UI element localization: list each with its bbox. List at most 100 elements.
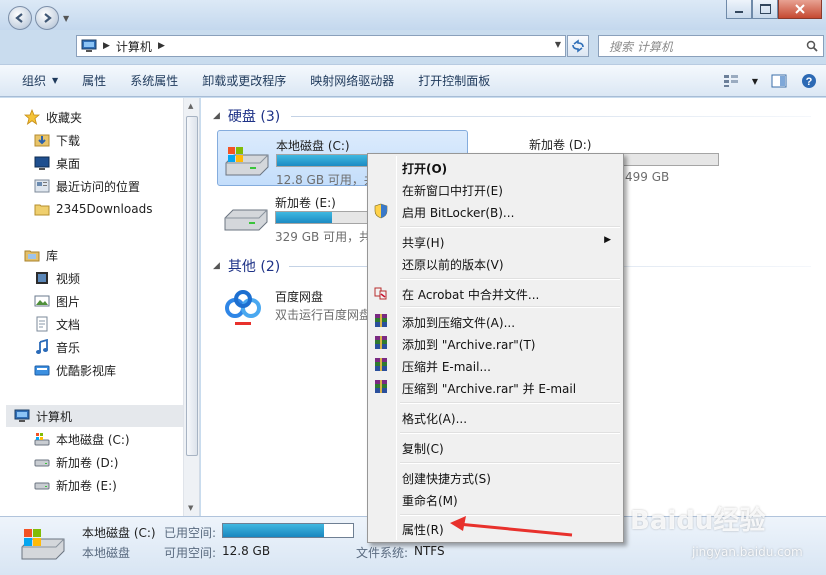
system-properties-button[interactable]: 系统属性 (118, 69, 190, 93)
menu-open[interactable]: 打开(O) (370, 156, 621, 178)
recent-pages-dropdown[interactable]: ▼ (63, 14, 69, 23)
address-bar[interactable]: ▶ 计算机 ▶ ▼ (76, 35, 566, 57)
nav-computer[interactable]: 计算机 (6, 405, 184, 427)
change-view-button[interactable] (720, 71, 742, 91)
close-button[interactable] (778, 0, 822, 19)
nav-youku[interactable]: 优酷影视库 (34, 359, 116, 381)
maximize-button[interactable] (752, 0, 778, 19)
preview-pane-button[interactable] (768, 71, 790, 91)
nav-documents[interactable]: 文档 (34, 313, 80, 335)
drive-e-free: 329 GB 可用，共 (275, 230, 372, 244)
title-bar (0, 0, 826, 30)
drive-d-name: 新加卷 (D:) (529, 138, 592, 152)
menu-properties[interactable]: 属性(R) (370, 517, 621, 539)
computer-icon (14, 409, 30, 422)
download-folder-icon (34, 134, 50, 147)
details-free-label: 可用空间: (164, 546, 217, 560)
menu-bitlocker-label: 启用 BitLocker(B)... (402, 206, 515, 220)
group-divider (291, 116, 811, 117)
uninstall-button[interactable]: 卸载或更改程序 (190, 69, 298, 93)
organize-button[interactable]: 组织 ▼ (10, 69, 70, 93)
menu-bitlocker[interactable]: 启用 BitLocker(B)... (370, 200, 621, 222)
nav-scrollbar-thumb[interactable] (186, 116, 198, 456)
help-icon: ? (802, 74, 816, 88)
nav-videos-label: 视频 (56, 271, 81, 286)
nav-drive-c[interactable]: 本地磁盘 (C:) (34, 428, 130, 450)
nav-recent[interactable]: 最近访问的位置 (34, 175, 140, 197)
menu-create-shortcut[interactable]: 创建快捷方式(S) (370, 466, 621, 488)
menu-add-rar[interactable]: 添加到 "Archive.rar"(T) (370, 332, 621, 354)
drive-c-free: 12.8 GB 可用，共 (276, 173, 376, 187)
nav-libraries-label: 库 (46, 248, 59, 263)
chevron-down-icon: ▼ (52, 76, 59, 85)
scroll-down-icon[interactable]: ▼ (188, 504, 193, 512)
menu-copy-label: 复制(C) (402, 442, 444, 456)
menu-separator (400, 306, 620, 308)
menu-compress-email[interactable]: 压缩并 E-mail... (370, 354, 621, 376)
nav-libraries[interactable]: 库 (24, 244, 58, 266)
collapse-icon[interactable]: ◢ (213, 111, 220, 121)
nav-scrollbar[interactable]: ▲ ▼ (183, 98, 199, 516)
breadcrumb-chevron-icon[interactable]: ▶ (158, 41, 165, 51)
menu-format-label: 格式化(A)... (402, 412, 468, 426)
menu-rename[interactable]: 重命名(M) (370, 488, 621, 510)
view-icon (724, 75, 738, 87)
menu-acrobat-combine[interactable]: 在 Acrobat 中合并文件... (370, 282, 621, 304)
menu-open-new-window[interactable]: 在新窗口中打开(E) (370, 178, 621, 200)
collapse-icon[interactable]: ◢ (213, 261, 220, 271)
minimize-button[interactable] (726, 0, 752, 19)
menu-separator (400, 226, 620, 228)
nav-downloads[interactable]: 下载 (34, 129, 80, 151)
back-button[interactable] (8, 6, 32, 30)
menu-share[interactable]: 共享(H) ▶ (370, 230, 621, 252)
nav-pictures[interactable]: 图片 (34, 290, 80, 312)
scroll-up-icon[interactable]: ▲ (188, 102, 193, 110)
nav-videos[interactable]: 视频 (34, 267, 80, 289)
search-icon[interactable] (806, 40, 818, 52)
nav-2345downloads[interactable]: 2345Downloads (34, 198, 152, 220)
drive-e-usage-fill (276, 212, 333, 223)
organize-label: 组织 (22, 74, 47, 88)
refresh-button[interactable] (567, 35, 589, 57)
search-input[interactable]: 搜索 计算机 (598, 35, 824, 57)
address-dropdown-icon[interactable]: ▼ (555, 40, 561, 49)
winrar-icon (375, 358, 387, 371)
drive-icon (34, 459, 50, 467)
properties-button[interactable]: 属性 (70, 69, 118, 93)
desktop-icon (34, 156, 50, 170)
menu-format[interactable]: 格式化(A)... (370, 406, 621, 428)
menu-copy[interactable]: 复制(C) (370, 436, 621, 458)
nav-favorites[interactable]: 收藏夹 (24, 106, 82, 128)
open-control-panel-button[interactable]: 打开控制面板 (406, 69, 502, 93)
nav-music[interactable]: 音乐 (34, 336, 80, 358)
menu-add-archive[interactable]: 添加到压缩文件(A)... (370, 310, 621, 332)
menu-shortcut-label: 创建快捷方式(S) (402, 472, 491, 486)
forward-button[interactable] (35, 6, 59, 30)
menu-open-label: 打开(O) (402, 162, 448, 176)
breadcrumb-computer[interactable]: 计算机 (116, 38, 152, 55)
nav-drive-e-label: 新加卷 (E:) (56, 478, 117, 493)
map-network-drive-button[interactable]: 映射网络驱动器 (298, 69, 406, 93)
nav-documents-label: 文档 (56, 317, 81, 332)
menu-restore-versions[interactable]: 还原以前的版本(V) (370, 252, 621, 274)
folder-icon (34, 204, 50, 216)
nav-desktop[interactable]: 桌面 (34, 152, 80, 174)
nav-drive-e[interactable]: 新加卷 (E:) (34, 474, 117, 496)
help-button[interactable]: ? (798, 71, 820, 91)
svg-text:?: ? (806, 76, 813, 88)
group-other[interactable]: ◢ 其他 (2) (213, 256, 280, 276)
nav-computer-label: 计算机 (36, 409, 73, 424)
breadcrumb-separator-icon[interactable]: ▶ (103, 41, 110, 51)
menu-compress-rar-email[interactable]: 压缩到 "Archive.rar" 并 E-mail (370, 376, 621, 398)
drive-c-name: 本地磁盘 (C:) (276, 139, 350, 153)
nav-drive-d[interactable]: 新加卷 (D:) (34, 451, 118, 473)
group-hard-disks[interactable]: ◢ 硬盘 (3) (213, 106, 280, 126)
menu-properties-label: 属性(R) (402, 523, 444, 537)
window-controls (726, 0, 822, 19)
view-dropdown-icon[interactable]: ▼ (750, 71, 760, 91)
menu-separator (400, 402, 620, 404)
nav-2345downloads-label: 2345Downloads (56, 202, 153, 216)
context-menu: 打开(O) 在新窗口中打开(E) 启用 BitLocker(B)... 共享(H… (367, 153, 624, 543)
baidu-watermark: Baidu经验 (630, 506, 766, 536)
nav-desktop-label: 桌面 (56, 156, 81, 171)
